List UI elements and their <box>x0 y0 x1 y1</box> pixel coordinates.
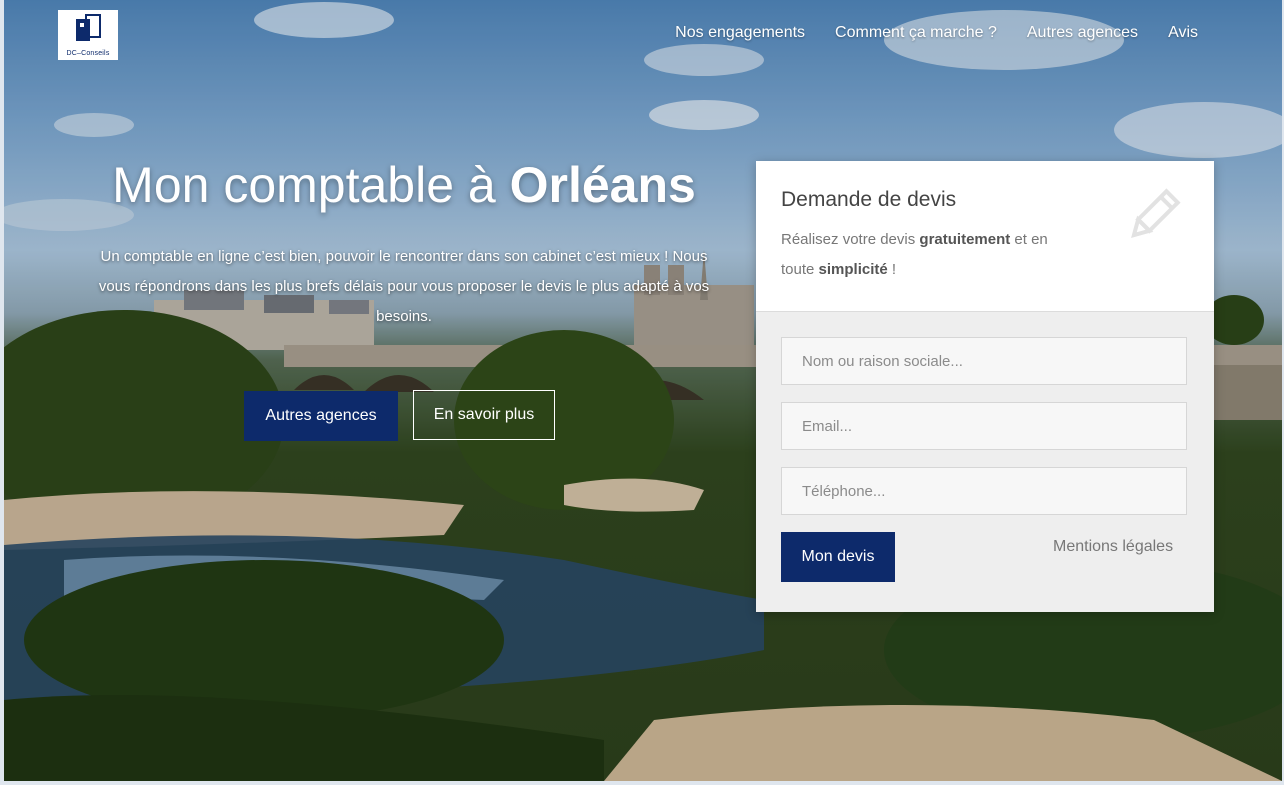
desc-bold-2: simplicité <box>818 261 888 278</box>
submit-quote-button[interactable]: Mon devis <box>781 532 895 582</box>
desc-bold-1: gratuitement <box>919 231 1011 248</box>
phone-input[interactable] <box>781 467 1187 515</box>
quote-form-title: Demande de devis <box>781 188 957 211</box>
page-title: Mon comptable à Orléans <box>64 156 744 214</box>
quote-form-panel: Demande de devis Réalisez votre devis gr… <box>756 161 1214 612</box>
email-input[interactable] <box>781 402 1187 450</box>
logo-text: DC–Conseils <box>66 50 110 57</box>
desc-part-1: Réalisez votre devis <box>781 231 920 248</box>
nav-item-avis[interactable]: Avis <box>1168 24 1198 42</box>
nav-item-comment-ca-marche[interactable]: Comment ça marche ? <box>835 24 997 42</box>
main-nav: Nos engagements Comment ça marche ? Autr… <box>675 24 1198 42</box>
en-savoir-plus-button[interactable]: En savoir plus <box>413 390 555 440</box>
nav-item-autres-agences[interactable]: Autres agences <box>1027 24 1138 42</box>
quote-form-header: Demande de devis Réalisez votre devis gr… <box>756 161 1214 312</box>
desc-part-3: ! <box>887 261 897 278</box>
pencil-icon <box>1131 188 1181 238</box>
quote-form-description: Réalisez votre devis gratuitement et en … <box>781 225 1081 285</box>
logo[interactable]: DC–Conseils <box>58 10 118 60</box>
nav-item-engagements[interactable]: Nos engagements <box>675 24 805 42</box>
hero-subtitle: Un comptable en ligne c’est bien, pouvoi… <box>98 248 710 325</box>
page-title-city: Orléans <box>509 157 696 213</box>
name-input[interactable] <box>781 337 1187 385</box>
mentions-legales-link[interactable]: Mentions légales <box>1053 538 1173 556</box>
page-title-prefix: Mon comptable à <box>112 157 510 213</box>
logo-mark-icon <box>76 14 101 41</box>
autres-agences-button[interactable]: Autres agences <box>244 391 398 441</box>
